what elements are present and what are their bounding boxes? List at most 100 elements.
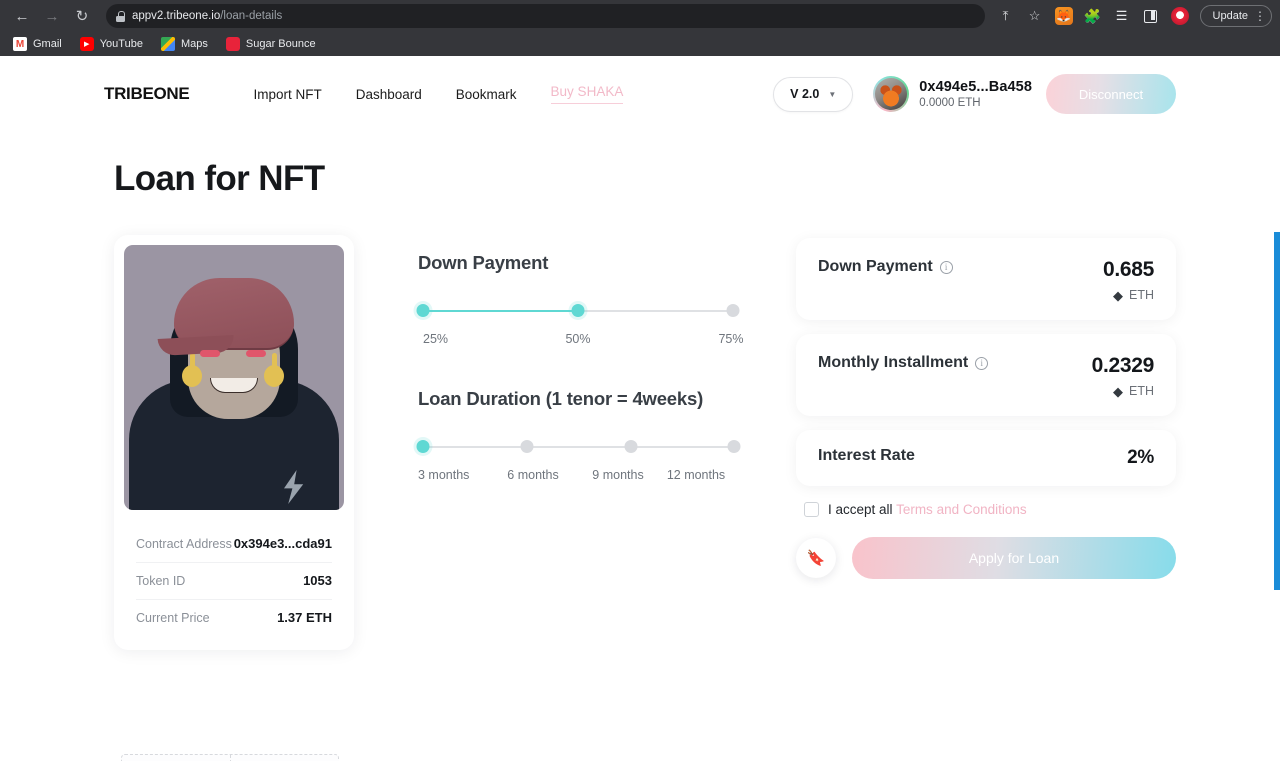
terms-text: I accept all Terms and Conditions (828, 502, 1027, 517)
tick-label[interactable]: 9 months (592, 468, 643, 482)
side-panel-icon[interactable] (1138, 3, 1164, 29)
browser-toolbar: ← → ↻ appv2.tribeone.io/loan-details ⤒ ☆… (0, 0, 1280, 32)
below-fold-divider (230, 755, 231, 761)
tick-label[interactable]: 75% (718, 332, 743, 346)
nav-item-buy-shaka[interactable]: Buy SHAKA (550, 84, 624, 104)
site-header: TRIBEONE Import NFT Dashboard Bookmark B… (0, 56, 1280, 132)
nft-row-token-id: Token ID 1053 (136, 563, 332, 600)
forward-arrow-icon[interactable]: → (38, 2, 66, 30)
page-scrollbar[interactable] (1274, 56, 1280, 761)
below-fold-section (121, 754, 339, 761)
slider-knob-50[interactable] (571, 304, 585, 317)
ethereum-icon: ◆ (1113, 383, 1123, 399)
summary-unit-text: ETH (1129, 288, 1154, 302)
avatar-image (875, 78, 908, 110)
bookmark-maps[interactable]: Maps (154, 35, 215, 53)
scrollbar-thumb[interactable] (1274, 232, 1280, 590)
slider-track (423, 446, 733, 448)
summary-label-text: Interest Rate (818, 447, 915, 464)
disconnect-button[interactable]: Disconnect (1046, 74, 1176, 114)
terms-and-conditions-link[interactable]: Terms and Conditions (896, 502, 1027, 517)
bookmark-label: Sugar Bounce (245, 38, 316, 50)
page-content: TRIBEONE Import NFT Dashboard Bookmark B… (0, 56, 1280, 761)
nav-item-import-nft[interactable]: Import NFT (253, 87, 321, 102)
puzzle-icon[interactable]: 🧩 (1080, 3, 1106, 29)
address-bar[interactable]: appv2.tribeone.io/loan-details (106, 4, 985, 28)
nft-row-value: 1.37 ETH (277, 610, 332, 625)
metamask-icon[interactable]: 🦊 (1051, 3, 1077, 29)
summary-value: 0.2329 (1091, 354, 1155, 377)
sugar-bounce-icon (225, 37, 240, 51)
slider-knob-3-months[interactable] (416, 440, 430, 453)
summary-label: Down Payment i (818, 258, 953, 276)
address-bar-url: appv2.tribeone.io/loan-details (132, 10, 282, 22)
tick-label[interactable]: 6 months (507, 468, 558, 482)
version-selector[interactable]: V 2.0 ▼ (773, 76, 854, 112)
chevron-down-icon: ▼ (828, 89, 837, 99)
nft-row-value: 1053 (303, 573, 332, 588)
loan-summary: Down Payment i 0.685 ◆ ETH Monthly Insta… (796, 235, 1176, 650)
avatar[interactable] (873, 76, 910, 112)
loan-duration-ticks: 3 months 6 months 9 months 12 months (418, 468, 738, 484)
wallet-info: 0x494e5...Ba458 0.0000 ETH (919, 79, 1032, 109)
loan-duration-slider[interactable] (416, 437, 741, 457)
nav-item-bookmark[interactable]: Bookmark (456, 87, 517, 102)
gmail-icon: M (13, 37, 27, 51)
bookmark-icon: 🔖 (806, 549, 826, 567)
summary-label: Interest Rate (818, 447, 915, 465)
info-icon[interactable]: i (939, 260, 953, 274)
bookmark-youtube[interactable]: ▶ YouTube (73, 35, 150, 53)
nft-row-value: 0x394e3...cda91 (233, 536, 332, 551)
back-arrow-icon[interactable]: ← (8, 2, 36, 30)
slider-knob-6-months[interactable] (520, 440, 534, 453)
slider-knob-12-months[interactable] (727, 440, 741, 453)
wallet-balance: 0.0000 ETH (919, 97, 981, 109)
reading-list-icon[interactable]: ☰ (1109, 3, 1135, 29)
red-extension-icon[interactable] (1167, 3, 1193, 29)
bookmarks-bar: M Gmail ▶ YouTube Maps Sugar Bounce (0, 32, 1280, 56)
bookmark-button[interactable]: 🔖 (796, 538, 836, 578)
site-logo[interactable]: TRIBEONE (104, 84, 190, 104)
tick-label[interactable]: 50% (565, 332, 590, 346)
slider-knob-25[interactable] (416, 304, 430, 317)
version-label: V 2.0 (790, 87, 820, 101)
tick-label[interactable]: 25% (423, 332, 448, 346)
youtube-icon: ▶ (79, 37, 94, 51)
page-title: Loan for NFT (114, 159, 325, 198)
nft-card: Contract Address 0x394e3...cda91 Token I… (114, 235, 354, 650)
down-payment-group: Down Payment 25% 50% 75% (416, 252, 796, 348)
reload-icon[interactable]: ↻ (68, 2, 96, 30)
nft-row-current-price: Current Price 1.37 ETH (136, 600, 332, 636)
down-payment-slider[interactable] (416, 301, 740, 321)
loan-duration-group: Loan Duration (1 tenor = 4weeks) 3 month… (416, 388, 796, 484)
kebab-menu-icon[interactable]: ⋮ (1254, 9, 1266, 23)
slider-knob-9-months[interactable] (624, 440, 638, 453)
summary-label: Monthly Installment i (818, 354, 989, 372)
main-nav: Import NFT Dashboard Bookmark Buy SHAKA (253, 84, 624, 104)
tick-label[interactable]: 12 months (667, 468, 725, 482)
summary-card-down-payment: Down Payment i 0.685 ◆ ETH (796, 238, 1176, 320)
terms-checkbox[interactable] (804, 502, 819, 517)
share-icon[interactable]: ⤒ (993, 3, 1019, 29)
summary-label-text: Down Payment (818, 258, 933, 275)
summary-value: 0.685 (1102, 258, 1154, 281)
loan-options: Down Payment 25% 50% 75% Loan Duration (… (354, 235, 796, 650)
info-icon[interactable]: i (975, 356, 989, 370)
tick-label[interactable]: 3 months (418, 468, 469, 482)
bookmark-sugar-bounce[interactable]: Sugar Bounce (219, 35, 323, 53)
nft-detail-rows: Contract Address 0x394e3...cda91 Token I… (124, 526, 344, 636)
summary-card-interest-rate: Interest Rate 2% (796, 430, 1176, 486)
bookmark-gmail[interactable]: M Gmail (6, 35, 69, 53)
update-button[interactable]: Update ⋮ (1199, 5, 1272, 27)
loan-duration-title: Loan Duration (1 tenor = 4weeks) (418, 388, 704, 409)
url-domain: appv2.tribeone.io (132, 10, 221, 22)
action-row: 🔖 Apply for Loan (796, 537, 1176, 579)
star-icon[interactable]: ☆ (1022, 3, 1048, 29)
nav-item-dashboard[interactable]: Dashboard (356, 87, 422, 102)
apply-for-loan-button[interactable]: Apply for Loan (852, 537, 1176, 579)
nft-row-key: Contract Address (136, 536, 232, 551)
summary-card-monthly-installment: Monthly Installment i 0.2329 ◆ ETH (796, 334, 1176, 416)
terms-row: I accept all Terms and Conditions (804, 502, 1176, 517)
slider-knob-75[interactable] (726, 304, 740, 317)
toolbar-right-group: ⤒ ☆ 🦊 🧩 ☰ Update ⋮ (993, 3, 1272, 29)
